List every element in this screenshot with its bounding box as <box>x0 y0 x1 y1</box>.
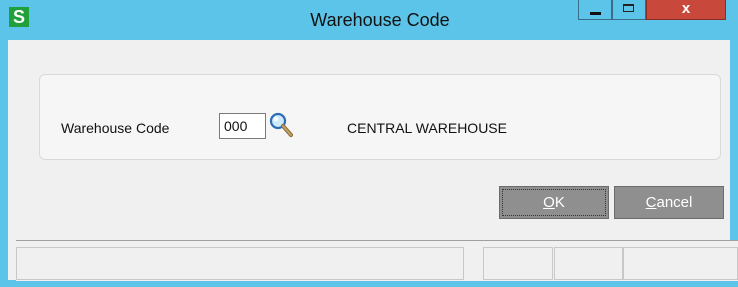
magnifier-icon[interactable] <box>268 112 294 138</box>
maximize-button[interactable] <box>612 0 646 20</box>
ok-label-rest: K <box>554 194 565 211</box>
warehouse-code-label: Warehouse Code <box>61 120 170 136</box>
status-cell-4 <box>623 247 738 280</box>
cancel-mnemonic: C <box>645 194 657 211</box>
ok-mnemonic: O <box>543 194 555 211</box>
title-bar[interactable]: S Warehouse Code x <box>0 0 738 40</box>
warehouse-description: CENTRAL WAREHOUSE <box>347 120 507 136</box>
close-button[interactable]: x <box>646 0 726 20</box>
warehouse-group-box <box>39 74 721 160</box>
maximize-icon <box>623 4 634 12</box>
status-cell-2 <box>483 247 553 280</box>
status-bar <box>16 240 738 281</box>
status-cell-main <box>16 247 464 280</box>
minimize-icon <box>590 12 601 15</box>
warehouse-code-window: S Warehouse Code x Warehouse Code 000 CE… <box>0 0 738 287</box>
status-cell-3 <box>554 247 623 280</box>
cancel-button[interactable]: Cancel <box>614 186 724 219</box>
minimize-button[interactable] <box>578 0 612 20</box>
cancel-label-rest: ancel <box>656 194 693 211</box>
close-icon: x <box>681 0 691 17</box>
warehouse-code-input[interactable]: 000 <box>219 113 266 139</box>
ok-button[interactable]: OK <box>499 186 609 219</box>
dialog-body: Warehouse Code 000 CENTRAL WAREHOUSE OK … <box>8 40 738 281</box>
